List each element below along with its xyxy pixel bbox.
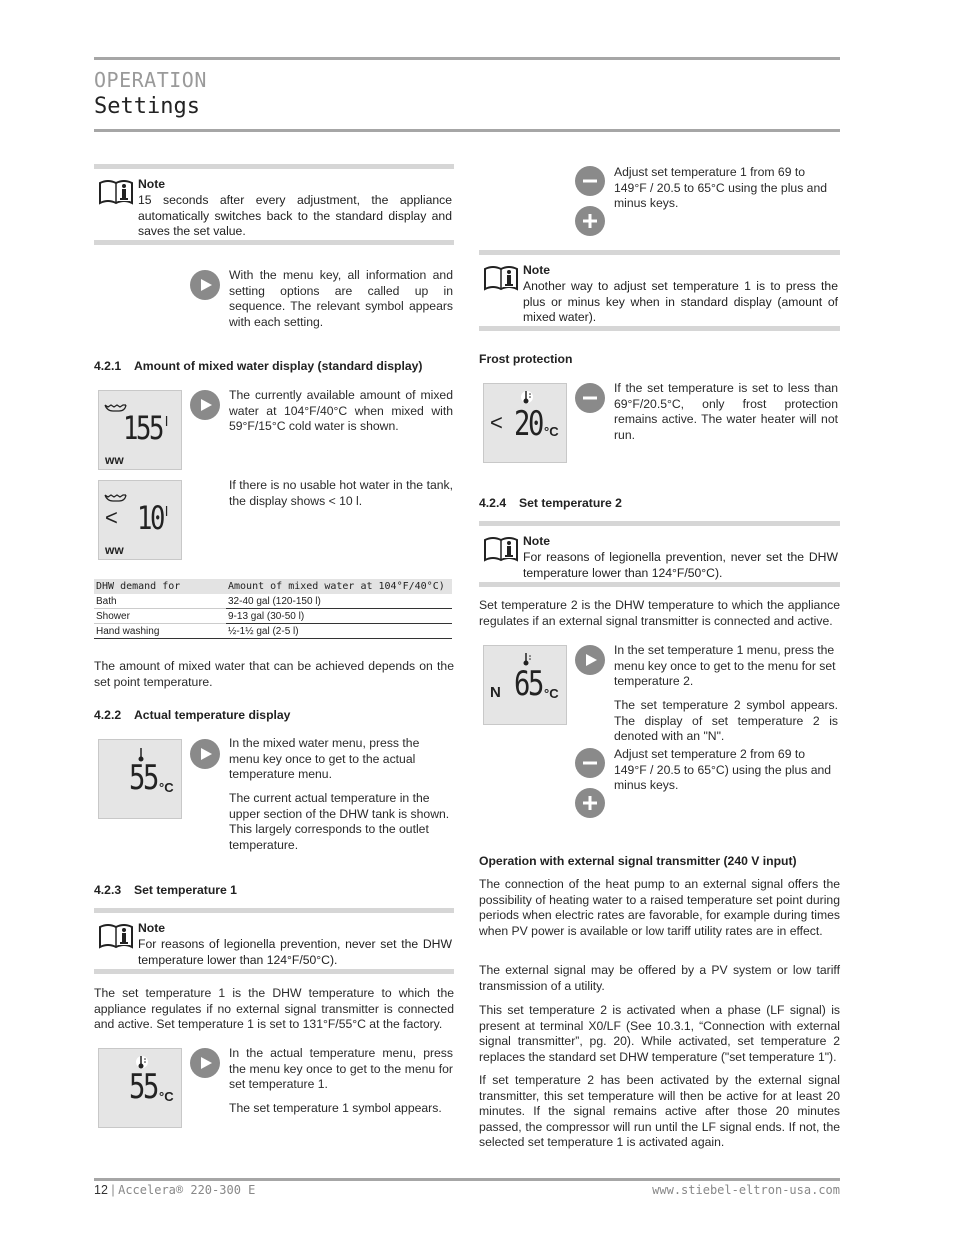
external-signal-paragraph-1: The connection of the heat pump to an ex… bbox=[479, 877, 840, 938]
lcd-unit: °C bbox=[544, 686, 559, 701]
menu-key-icon bbox=[575, 645, 605, 675]
lcd-label: ww bbox=[105, 543, 124, 557]
lcd-value: 155 bbox=[123, 409, 164, 447]
adjust-set-temp-1-text: Adjust set temperature 1 from 69 to 149°… bbox=[614, 165, 828, 211]
minus-key-icon bbox=[575, 383, 605, 413]
external-signal-paragraph-4: If set temperature 2 has been activated … bbox=[479, 1073, 840, 1150]
lcd-value: 55 bbox=[129, 758, 159, 798]
info-book-icon bbox=[99, 180, 133, 205]
lcd-prefix: N bbox=[490, 684, 501, 701]
menu-key-icon bbox=[190, 270, 220, 300]
product-name: Accelera® 220-300 E bbox=[118, 1183, 256, 1197]
lcd-display-set-temp-2: N 65 °C bbox=[483, 645, 567, 725]
menu-key-icon bbox=[190, 1048, 220, 1078]
table-header: DHW demand for bbox=[94, 579, 226, 594]
lcd-label: ww bbox=[105, 453, 124, 467]
table-cell: 32-40 gal (120-150 l) bbox=[226, 594, 452, 609]
table-cell: 9-13 gal (30-50 l) bbox=[226, 608, 452, 624]
note-legionella: Note For reasons of legionella preventio… bbox=[94, 908, 454, 974]
lcd-value: 10 bbox=[137, 499, 165, 537]
lcd-display-frost: < 20 °C bbox=[483, 383, 567, 463]
note-text: For reasons of legionella prevention, ne… bbox=[138, 937, 452, 967]
lcd-unit: l bbox=[165, 503, 169, 519]
set-temp-1-text: The set temperature 1 is the DHW tempera… bbox=[94, 986, 454, 1032]
note-standard-display: Note Another way to adjust set temperatu… bbox=[479, 250, 840, 331]
table-cell: Hand washing bbox=[94, 623, 226, 639]
lcd-unit: l bbox=[165, 413, 169, 429]
section-heading-4-2-1: 4.2.1 Amount of mixed water display (stan… bbox=[94, 359, 423, 373]
section-heading-4-2-2: 4.2.2 Actual temperature display bbox=[94, 708, 291, 722]
menu-key-text: With the menu key, all information and s… bbox=[229, 268, 453, 329]
page-title: Settings bbox=[94, 94, 200, 119]
low-water-text: If there is no usable hot water in the t… bbox=[229, 478, 453, 508]
table-row: Shower 9-13 gal (30-50 l) bbox=[94, 608, 452, 624]
external-signal-heading: Operation with external signal transmitt… bbox=[479, 854, 797, 868]
lcd-value: 65 bbox=[514, 664, 544, 704]
actual-temp-text-1: In the mixed water menu, press the menu … bbox=[229, 736, 420, 782]
minus-key-icon bbox=[575, 166, 605, 196]
lcd-display-mixed-water: 155 l ww bbox=[98, 390, 182, 470]
table-cell: Bath bbox=[94, 594, 226, 609]
top-rule bbox=[94, 57, 840, 60]
menu-key-icon bbox=[190, 390, 220, 420]
plus-key-icon bbox=[575, 788, 605, 818]
note-title: Note bbox=[138, 177, 166, 191]
lcd-unit: °C bbox=[544, 424, 559, 439]
page-number: 12 bbox=[94, 1183, 108, 1197]
header-rule bbox=[94, 129, 840, 132]
plus-key-icon bbox=[575, 206, 605, 236]
note-text: 15 seconds after every adjustment, the a… bbox=[138, 193, 452, 239]
table-row: Bath 32-40 gal (120-150 l) bbox=[94, 594, 452, 609]
footer-product: 12 | Accelera® 220-300 E bbox=[94, 1183, 256, 1197]
lcd-display-low-water: < 10 l ww bbox=[98, 480, 182, 560]
set-temp-2-symbol-text: The set temperature 2 symbol appears. Th… bbox=[614, 698, 838, 744]
section-label: OPERATION bbox=[94, 68, 207, 92]
info-book-icon bbox=[484, 266, 518, 291]
adjust-set-temp-2-text: Adjust set temperature 2 from 69 to 149°… bbox=[614, 747, 832, 793]
table-cell: ½-1½ gal (2-5 l) bbox=[226, 623, 452, 639]
set-temp-2-text: Set temperature 2 is the DHW temperature… bbox=[479, 598, 840, 628]
section-heading-4-2-3: 4.2.3 Set temperature 1 bbox=[94, 883, 237, 897]
minus-key-icon bbox=[575, 748, 605, 778]
table-cell: Shower bbox=[94, 608, 226, 624]
lcd-value: 20 bbox=[514, 404, 544, 444]
set-temp-1-menu-text: In the actual temperature menu, press th… bbox=[229, 1046, 453, 1092]
table-header-row: DHW demand for Amount of mixed water at … bbox=[94, 579, 452, 594]
table-header: Amount of mixed water at 104°F/40°C) bbox=[226, 579, 452, 594]
set-temp-2-menu-text: In the set temperature 1 menu, press the… bbox=[614, 643, 836, 689]
note-title: Note bbox=[138, 921, 166, 935]
lcd-unit: °C bbox=[159, 1089, 174, 1104]
note-title: Note bbox=[523, 263, 551, 277]
lcd-prefix: < bbox=[490, 410, 503, 435]
note-title: Note bbox=[523, 534, 551, 548]
lcd-value: 55 bbox=[129, 1067, 159, 1107]
note-text: Another way to adjust set temperature 1 … bbox=[523, 279, 838, 325]
dhw-demand-table: DHW demand for Amount of mixed water at … bbox=[94, 579, 452, 639]
lcd-display-actual-temp: 55 °C bbox=[98, 739, 182, 819]
note-auto-save: Note 15 seconds after every adjustment, … bbox=[94, 164, 454, 245]
lcd-unit: °C bbox=[159, 780, 174, 795]
footer-url[interactable]: www.stiebel-eltron-usa.com bbox=[652, 1183, 840, 1197]
lcd-display-set-temp-1: 55 °C bbox=[98, 1048, 182, 1128]
lcd-prefix: < bbox=[105, 505, 118, 530]
frost-protection-text: If the set temperature is set to less th… bbox=[614, 381, 838, 442]
note-text: For reasons of legionella prevention, ne… bbox=[523, 550, 838, 580]
external-signal-paragraph-3: This set temperature 2 is activated when… bbox=[479, 1003, 840, 1064]
mixed-water-text: The currently available amount of mixed … bbox=[229, 388, 453, 434]
actual-temp-text-2: The current actual temperature in the up… bbox=[229, 791, 450, 852]
table-row: Hand washing ½-1½ gal (2-5 l) bbox=[94, 623, 452, 639]
info-book-icon bbox=[99, 924, 133, 949]
note-legionella-2: Note For reasons of legionella preventio… bbox=[479, 521, 840, 587]
external-signal-paragraph-2: The external signal may be offered by a … bbox=[479, 963, 840, 993]
info-book-icon bbox=[484, 537, 518, 562]
section-heading-4-2-4: 4.2.4 Set temperature 2 bbox=[479, 496, 622, 510]
mixed-water-note: The amount of mixed water that can be ac… bbox=[94, 659, 454, 689]
footer-rule bbox=[94, 1178, 840, 1181]
set-temp-1-symbol-text: The set temperature 1 symbol appears. bbox=[229, 1101, 442, 1115]
menu-key-icon bbox=[190, 739, 220, 769]
frost-protection-heading: Frost protection bbox=[479, 352, 573, 366]
